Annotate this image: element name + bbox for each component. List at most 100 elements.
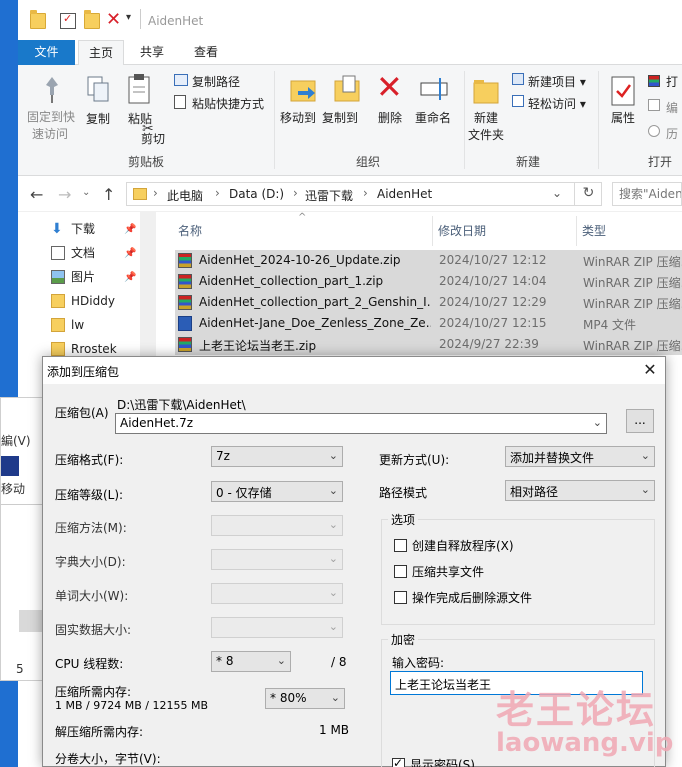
file-name: AidenHet_collection_part_1.zip bbox=[199, 274, 384, 288]
breadcrumb-current[interactable]: AidenHet bbox=[377, 187, 432, 201]
paste-shortcut-label[interactable]: 粘贴快捷方式 bbox=[192, 95, 264, 112]
copy-to-icon[interactable] bbox=[332, 73, 364, 105]
copy-path-label[interactable]: 复制路径 bbox=[192, 73, 240, 90]
edit-label[interactable]: 编 bbox=[666, 99, 678, 116]
file-row[interactable]: AidenHet_collection_part_1.zip 2024/10/2… bbox=[175, 271, 682, 292]
history-label[interactable]: 历 bbox=[666, 125, 678, 142]
path-mode-value: 相对路径 bbox=[510, 485, 559, 499]
solid-size-select[interactable]: ⌄ bbox=[211, 617, 343, 638]
cut-label[interactable]: 剪切 bbox=[141, 130, 165, 147]
delete-icon[interactable]: ✕ bbox=[106, 9, 122, 30]
ribbon-home: 固定到快 速访问 复制 粘贴 复制路径 粘贴快捷方式 ✂ 剪切 剪贴板 移动到 … bbox=[18, 65, 682, 176]
properties-icon[interactable]: ✓ bbox=[60, 12, 76, 29]
update-mode-select[interactable]: 添加并替换文件 ⌄ bbox=[505, 446, 655, 467]
file-type: WinRAR ZIP 压缩... bbox=[583, 339, 682, 353]
pin-label-1: 固定到快 bbox=[27, 110, 76, 124]
show-password-checkbox[interactable] bbox=[392, 756, 405, 767]
tab-home[interactable]: 主页 bbox=[78, 40, 124, 66]
rename-label[interactable]: 重命名 bbox=[415, 109, 451, 126]
search-input[interactable]: 搜索"AidenH bbox=[612, 182, 682, 206]
recent-locations-icon[interactable]: ⌄ bbox=[82, 187, 90, 198]
paste-icon[interactable] bbox=[124, 71, 156, 104]
nav-item-label: 图片 bbox=[71, 270, 96, 284]
path-mode-select[interactable]: 相对路径 ⌄ bbox=[505, 480, 655, 501]
show-password-label[interactable]: 显示密码(S) bbox=[410, 756, 475, 767]
back-icon[interactable]: ← bbox=[30, 185, 43, 204]
refresh-icon[interactable]: ↻ bbox=[574, 182, 602, 206]
copy-to-label[interactable]: 复制到 bbox=[322, 109, 358, 126]
tab-share[interactable]: 共享 bbox=[130, 40, 174, 65]
navigation-scrollbar[interactable] bbox=[140, 212, 156, 362]
customize-qat-icon[interactable]: ▾ bbox=[126, 12, 131, 23]
properties-big-icon[interactable] bbox=[608, 75, 640, 107]
file-row[interactable]: AidenHet_2024-10-26_Update.zip 2024/10/2… bbox=[175, 250, 682, 271]
close-icon[interactable]: ✕ bbox=[639, 360, 661, 380]
chevron-down-icon: ⌄ bbox=[276, 654, 286, 667]
file-row[interactable]: AidenHet-Jane_Doe_Zenless_Zone_Ze... 202… bbox=[175, 313, 682, 334]
new-item-label[interactable]: 新建项目 ▾ bbox=[528, 73, 586, 90]
method-select[interactable]: ⌄ bbox=[211, 515, 343, 536]
file-list: ^ 名称 修改日期 类型 AidenHet_2024-10-26_Update.… bbox=[158, 212, 682, 362]
delete-after-checkbox[interactable] bbox=[394, 591, 407, 604]
new-folder-icon[interactable] bbox=[84, 10, 100, 29]
file-name: AidenHet-Jane_Doe_Zenless_Zone_Ze... bbox=[199, 316, 431, 330]
cpu-threads-select[interactable]: * 8 ⌄ bbox=[211, 651, 291, 672]
sfx-checkbox[interactable] bbox=[394, 539, 407, 552]
memory-usage-select[interactable]: * 80% ⌄ bbox=[265, 688, 345, 709]
up-icon[interactable]: ↑ bbox=[102, 185, 115, 204]
column-header-name[interactable]: 名称 bbox=[178, 222, 202, 239]
open-label[interactable]: 打 bbox=[666, 73, 678, 90]
new-folder-label-1[interactable]: 新建 bbox=[474, 109, 498, 126]
breadcrumb-separator: › bbox=[215, 186, 220, 200]
column-separator[interactable] bbox=[432, 216, 433, 246]
open-group-label: 打开 bbox=[648, 155, 673, 169]
address-dropdown-icon[interactable]: ⌄ bbox=[552, 186, 562, 200]
edit-icon bbox=[648, 99, 660, 111]
folder-icon bbox=[133, 188, 147, 200]
rename-icon[interactable] bbox=[418, 73, 450, 105]
dictionary-select[interactable]: ⌄ bbox=[211, 549, 343, 570]
address-field[interactable]: › 此电脑 › Data (D:) › 迅雷下载 › AidenHet ⌄ bbox=[126, 182, 602, 206]
folder-icon bbox=[51, 318, 65, 332]
file-row[interactable]: AidenHet_collection_part_2_Genshin_I... … bbox=[175, 292, 682, 313]
move-to-icon[interactable] bbox=[288, 73, 320, 105]
breadcrumb-downloads[interactable]: 迅雷下载 bbox=[305, 187, 353, 204]
breadcrumb-this-pc[interactable]: 此电脑 bbox=[167, 187, 203, 204]
level-select[interactable]: 0 - 仅存储 ⌄ bbox=[211, 481, 343, 502]
archive-name-combo[interactable]: AidenHet.7z ⌄ bbox=[115, 413, 607, 434]
pin-icon[interactable] bbox=[36, 73, 68, 105]
properties-label[interactable]: 属性 bbox=[611, 109, 635, 126]
column-header-type[interactable]: 类型 bbox=[582, 222, 606, 239]
column-header-date[interactable]: 修改日期 bbox=[438, 222, 486, 239]
delete-big-icon[interactable]: ✕ bbox=[376, 71, 408, 103]
options-title: 选项 bbox=[388, 511, 419, 528]
new-folder-big-icon[interactable] bbox=[470, 75, 502, 107]
word-size-select[interactable]: ⌄ bbox=[211, 583, 343, 604]
delete-after-label[interactable]: 操作完成后删除源文件 bbox=[412, 589, 532, 606]
shared-files-checkbox[interactable] bbox=[394, 565, 407, 578]
background-selection bbox=[19, 610, 43, 632]
new-folder-label-2[interactable]: 文件夹 bbox=[468, 126, 504, 143]
format-select[interactable]: 7z ⌄ bbox=[211, 446, 343, 467]
copy-icon[interactable] bbox=[82, 73, 114, 105]
address-bar-row: ← → ⌄ ↑ › 此电脑 › Data (D:) › 迅雷下载 › Aiden… bbox=[18, 176, 682, 212]
delete-label[interactable]: 删除 bbox=[378, 109, 402, 126]
sfx-label[interactable]: 创建自释放程序(X) bbox=[412, 537, 514, 554]
forward-icon[interactable]: → bbox=[58, 185, 71, 204]
column-separator[interactable] bbox=[576, 216, 577, 246]
tab-view[interactable]: 查看 bbox=[184, 40, 228, 65]
file-date: 2024/9/27 22:39 bbox=[439, 337, 539, 351]
copy-label[interactable]: 复制 bbox=[86, 110, 110, 127]
tab-file[interactable]: 文件 bbox=[18, 40, 75, 65]
easy-access-label[interactable]: 轻松访问 ▾ bbox=[528, 95, 586, 112]
clipboard-group-label: 剪贴板 bbox=[128, 155, 165, 169]
browse-button[interactable]: ... bbox=[626, 409, 654, 433]
move-to-label[interactable]: 移动到 bbox=[280, 109, 316, 126]
archive-label: 压缩包(A) bbox=[55, 406, 109, 420]
breadcrumb-drive[interactable]: Data (D:) bbox=[229, 187, 284, 201]
open-icon bbox=[648, 75, 660, 87]
video-file-icon bbox=[178, 316, 192, 331]
shared-files-label[interactable]: 压缩共享文件 bbox=[412, 563, 484, 580]
decompress-memory-value: 1 MB bbox=[319, 723, 350, 737]
file-row[interactable]: 上老王论坛当老王.zip 2024/9/27 22:39 WinRAR ZIP … bbox=[175, 334, 682, 355]
